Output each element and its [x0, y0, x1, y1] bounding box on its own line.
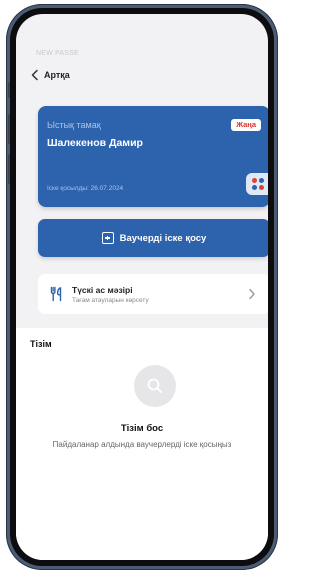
app-grid-button[interactable] — [246, 173, 268, 195]
voucher-card[interactable]: Ыстық тамақ Шалекенов Дамир Іске қосылды… — [38, 106, 268, 207]
chevron-left-icon — [31, 69, 38, 81]
voucher-holder-name: Шалекенов Дамир — [47, 137, 143, 149]
phone-bezel: NEW PASSE Артқа Ыстық тамақ Шалекенов Да… — [10, 8, 274, 566]
status-bar-ghost-text: NEW PASSE — [36, 50, 79, 57]
lunch-menu-title: Түскі ас мәзірі — [72, 284, 133, 295]
activate-voucher-button[interactable]: Ваучерді іске қосу — [38, 219, 268, 257]
lunch-menu-row[interactable]: Түскі ас мәзірі Тағам атауларын көрсету — [38, 274, 268, 314]
top-nav: Артқа — [16, 64, 268, 86]
voucher-activation-date: Іске қосылды: 26.07.2024 — [47, 185, 124, 192]
search-icon — [147, 378, 162, 393]
app-screen: NEW PASSE Артқа Ыстық тамақ Шалекенов Да… — [16, 14, 268, 560]
cutlery-icon — [50, 286, 62, 302]
app-grid-icon — [252, 178, 264, 190]
back-label: Артқа — [44, 70, 70, 80]
activate-voucher-label: Ваучерді іске қосу — [119, 232, 207, 244]
phone-frame: NEW PASSE Артқа Ыстық тамақ Шалекенов Да… — [6, 4, 278, 570]
plus-square-icon — [101, 232, 114, 244]
empty-state-subtitle: Пайдаланар алдында ваучерлерді іске қосы… — [52, 440, 232, 449]
chevron-right-icon — [249, 288, 255, 300]
voucher-type: Ыстық тамақ — [47, 120, 101, 130]
back-button[interactable]: Артқа — [30, 69, 70, 81]
list-title: Тізім — [30, 339, 52, 349]
empty-state-icon-circle — [134, 365, 176, 407]
empty-state-title: Тізім бос — [120, 423, 164, 434]
voucher-list-section: Тізім Тізім бос Пайдаланар алдында вауче… — [16, 328, 268, 560]
lunch-menu-subtitle: Тағам атауларын көрсету — [72, 296, 149, 304]
new-badge: Жаңа — [231, 119, 261, 131]
